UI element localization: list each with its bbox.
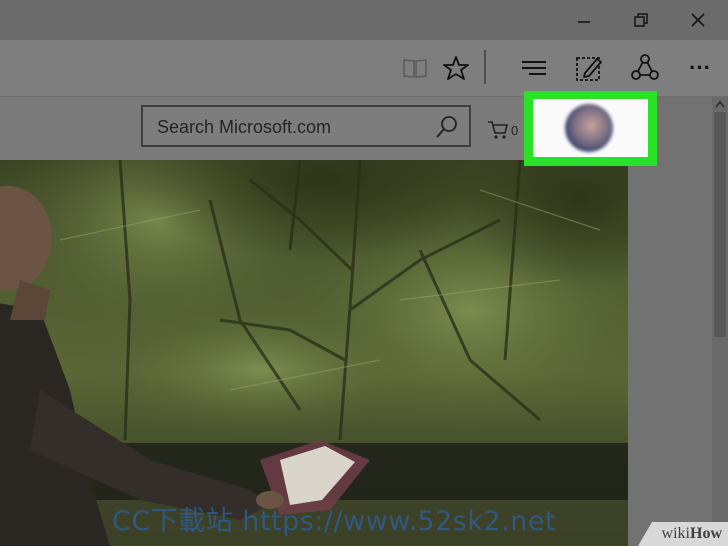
favorites-button[interactable] [436, 48, 476, 88]
avatar[interactable] [565, 104, 613, 152]
search-icon[interactable] [435, 115, 459, 139]
close-icon [691, 13, 705, 27]
wikihow-logo: wiki How [638, 522, 728, 546]
more-icon: ··· [689, 55, 711, 80]
search-input[interactable]: Search Microsoft.com [141, 105, 471, 147]
web-note-icon [576, 57, 602, 81]
forest-scene-image [0, 160, 628, 546]
cart-button[interactable]: 0 [487, 118, 527, 142]
scroll-up-button[interactable] [712, 97, 728, 111]
more-button[interactable]: ··· [680, 48, 720, 88]
cart-icon [488, 121, 509, 139]
watermark: CC下載站 https://www.52sk2.net [112, 506, 557, 537]
hub-icon [522, 61, 546, 75]
restore-icon [634, 13, 648, 27]
share-button[interactable] [625, 48, 665, 88]
share-icon [631, 54, 659, 80]
reading-view-icon [403, 59, 427, 78]
close-button[interactable] [670, 0, 726, 40]
hero-image [0, 160, 628, 546]
browser-toolbar [0, 40, 728, 97]
search-placeholder: Search Microsoft.com [157, 117, 332, 137]
hub-button[interactable] [514, 48, 554, 88]
minimize-button[interactable] [556, 0, 612, 40]
toolbar-separator [484, 50, 486, 84]
web-note-button[interactable] [569, 48, 609, 88]
scrollbar-thumb[interactable] [714, 112, 726, 337]
wikihow-logo-wiki: wiki [661, 525, 690, 542]
chevron-up-icon [715, 100, 725, 108]
minimize-icon [578, 21, 590, 23]
reading-view-button[interactable] [395, 48, 435, 88]
wikihow-logo-how: How [690, 525, 722, 542]
favorites-star-icon [443, 56, 469, 80]
restore-button[interactable] [613, 0, 669, 40]
cart-count: 0 [511, 122, 519, 138]
